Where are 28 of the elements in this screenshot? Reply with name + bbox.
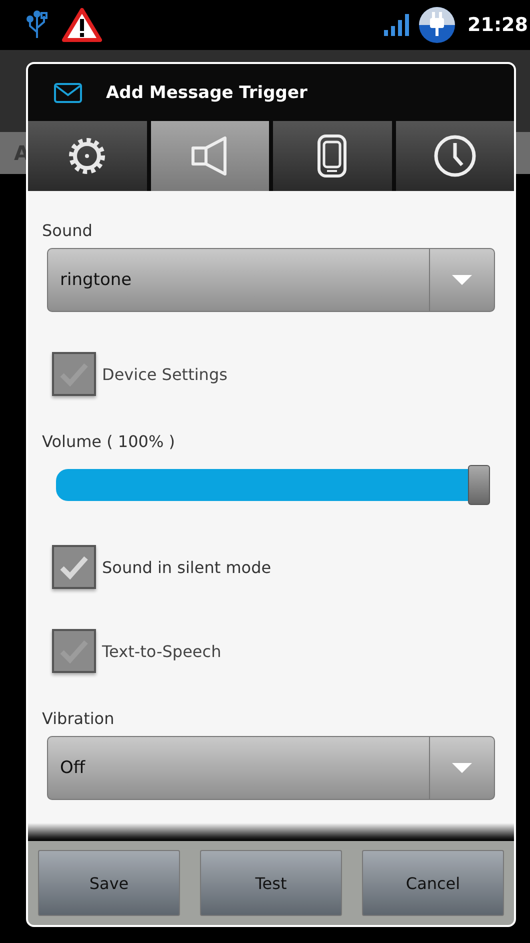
dialog-button[interactable]: Test [200,850,342,916]
dialog-button[interactable]: Save [38,850,180,916]
dropdown[interactable]: ringtone [47,248,495,312]
checkbox[interactable] [52,545,96,589]
tab[interactable] [28,121,146,191]
dropdown[interactable]: Off [47,736,495,800]
plug-icon [418,6,456,44]
tab[interactable] [396,121,514,191]
signal-icon [384,14,412,36]
dropdown-arrow-icon [452,275,472,285]
checkbox-label: Text-to-Speech [102,642,222,660]
usb-icon [26,10,48,40]
slider-thumb[interactable] [468,465,490,505]
tab[interactable] [273,121,392,191]
field-label: Vibration [42,709,114,728]
clock-time: 21:28 [468,14,528,36]
envelope-icon [54,82,82,102]
clock-icon [432,134,477,178]
field-label: Sound [42,221,92,240]
slider-track[interactable] [56,465,490,505]
dialog-button[interactable]: Cancel [362,850,504,916]
dropdown-arrow-icon [452,763,472,773]
slider-label: Volume ( 100% ) [42,432,175,451]
dialog-title: Add Message Trigger [106,82,308,102]
warning-icon [62,8,102,42]
checkbox-label: Sound in silent mode [102,558,272,576]
checkmark-icon [59,554,89,580]
checkbox-label: Device Settings [102,364,228,384]
